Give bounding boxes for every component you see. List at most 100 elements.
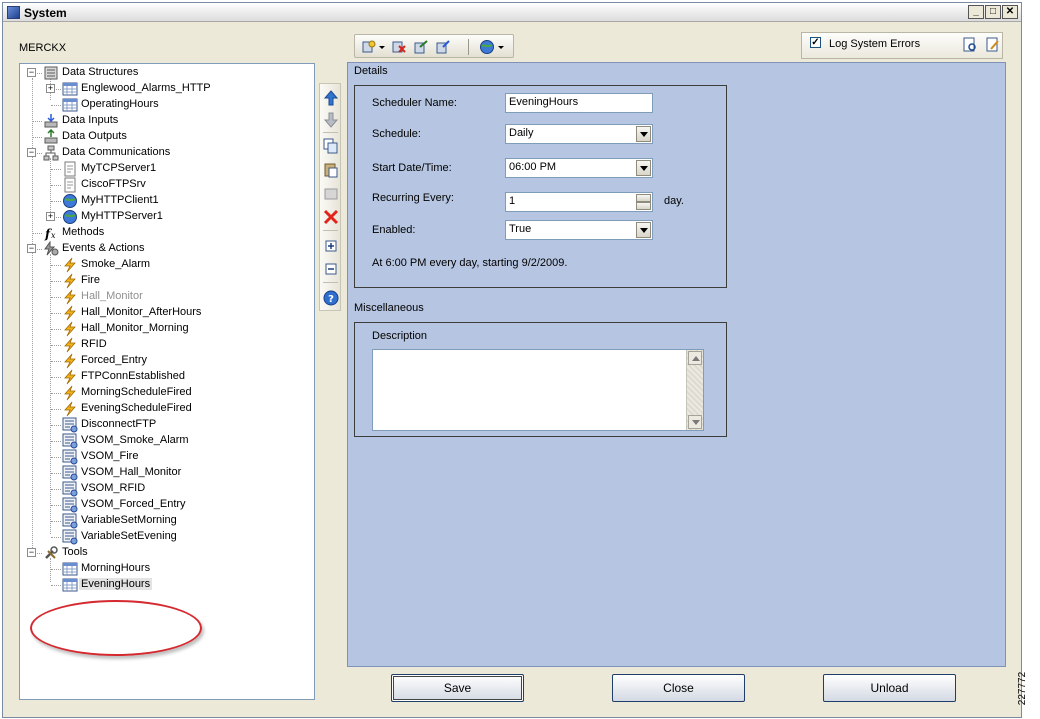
save-button[interactable]: Save [391,674,524,702]
move-up-icon[interactable] [323,90,339,106]
tree-item[interactable]: DisconnectFTP [62,417,290,433]
window-title: System [24,6,67,20]
tree-item-label: Events & Actions [62,242,145,254]
tree-item[interactable]: VSOM_RFID [62,481,290,497]
maximize-button[interactable]: □ [985,5,1001,19]
chevron-down-icon[interactable] [636,126,651,142]
collapse-all-icon[interactable] [323,261,339,277]
close-button[interactable]: Close [612,674,745,702]
tree-item[interactable]: EveningHours [62,577,290,593]
delete-icon[interactable] [323,209,339,225]
tree-item[interactable]: VariableSetEvening [62,529,290,545]
schedule-select[interactable]: Daily [505,124,653,144]
tree-item[interactable]: Hall_Monitor [62,289,290,305]
tree-line [32,137,42,138]
chevron-down-icon[interactable] [636,160,651,176]
help-icon[interactable]: ? [323,290,339,306]
tree-item[interactable]: Hall_Monitor_AfterHours [62,305,290,321]
tree-item[interactable]: MorningScheduleFired [62,385,290,401]
collapse-icon[interactable]: − [27,68,36,77]
edit-icon[interactable] [985,37,1001,53]
tree-item[interactable]: EveningScheduleFired [62,401,290,417]
tree-line [50,254,51,534]
tree-item-label: Hall_Monitor_Morning [81,322,189,334]
enabled-label: Enabled: [372,224,416,236]
close-window-button[interactable]: ✕ [1002,5,1018,19]
tree-item[interactable]: FTPConnEstablished [62,369,290,385]
unload-button[interactable]: Unload [823,674,956,702]
tree-item-label: VariableSetEvening [81,530,177,542]
tree-item[interactable]: OperatingHours [62,97,290,113]
collapse-icon[interactable]: − [27,244,36,253]
expand-icon[interactable]: + [46,84,55,93]
tree-item[interactable]: VSOM_Forced_Entry [62,497,290,513]
cut-icon[interactable] [323,186,339,202]
tree-item[interactable]: Events & Actions [43,240,290,257]
tree-line [32,121,42,122]
chevron-down-icon[interactable] [636,222,651,238]
log-system-errors-checkbox[interactable]: ✓ [810,37,821,48]
tree-item[interactable]: Data Communications [43,145,290,161]
export-item-icon[interactable] [413,39,429,55]
dropdown-arrow-icon[interactable] [497,39,505,55]
collapse-icon[interactable]: − [27,148,36,157]
minimize-button[interactable]: _ [968,5,984,19]
spin-up-button[interactable] [636,194,651,202]
tree-item[interactable]: MorningHours [62,561,290,577]
tree-line [51,265,61,266]
expand-all-icon[interactable] [323,238,339,254]
tree-item[interactable]: Forced_Entry [62,353,290,369]
move-down-icon[interactable] [323,112,339,128]
scheduler-name-input[interactable]: EveningHours [505,93,653,113]
tree-item[interactable]: VSOM_Fire [62,449,290,465]
tree-item[interactable]: VariableSetMorning [62,513,290,529]
system-tree[interactable]: Data Structures − Englewood_Alarms_HTTP + Op… [19,63,315,700]
paste-icon[interactable] [323,162,339,178]
import-item-icon[interactable] [435,39,451,55]
recurring-stepper[interactable]: 1 [505,192,653,212]
start-datetime-picker[interactable]: 06:00 PM [505,158,653,178]
preview-icon[interactable] [962,37,978,53]
tree-item[interactable]: RFID [62,337,290,353]
tree-item[interactable]: Data Structures [43,65,290,81]
tree-item[interactable]: Fire [62,273,290,289]
scroll-down-button[interactable] [688,415,702,429]
side-separator [323,282,338,283]
globe-icon[interactable] [479,39,495,55]
action-icon [62,417,78,433]
tree-line [51,441,61,442]
tree-line [51,105,61,106]
spin-down-button[interactable] [636,202,651,210]
add-item-icon[interactable] [361,39,377,55]
tree-item[interactable]: VSOM_Hall_Monitor [62,465,290,481]
toolbar-separator [468,39,469,55]
tree-item[interactable]: MyTCPServer1 [62,161,290,177]
description-textarea[interactable] [372,349,704,431]
tree-item[interactable]: MyHTTPServer1 [62,209,290,225]
tree-item[interactable]: MyHTTPClient1 [62,193,290,209]
tree-item[interactable]: f x Methods [43,225,290,241]
tree-item[interactable]: Data Outputs [43,128,290,145]
tree-item-label: Smoke_Alarm [81,258,151,270]
expand-icon[interactable]: + [46,212,55,221]
tree-item[interactable]: Smoke_Alarm [62,257,290,273]
description-scrollbar[interactable] [686,350,703,430]
tree-item[interactable]: Hall_Monitor_Morning [62,321,290,337]
tree-item[interactable]: VSOM_Smoke_Alarm [62,433,290,449]
tree-item-label: Data Structures [62,66,139,78]
lightning-icon [62,257,78,273]
tree-item-label: Forced_Entry [81,354,148,366]
figure-id: 227772 [1017,667,1038,715]
tree-item[interactable]: CiscoFTPSrv [62,177,290,193]
delete-item-icon[interactable] [391,39,407,55]
title-bar[interactable]: System _ □ ✕ [3,3,1021,22]
events-icon [43,240,59,257]
scroll-up-button[interactable] [688,351,702,365]
tree-item[interactable]: Tools [43,545,290,561]
collapse-icon[interactable]: − [27,548,36,557]
tree-item[interactable]: Data Inputs [43,113,290,129]
copy-icon[interactable] [323,138,339,154]
enabled-select[interactable]: True [505,220,653,240]
dropdown-arrow-icon[interactable] [378,39,386,55]
tree-item[interactable]: Englewood_Alarms_HTTP [62,81,290,97]
